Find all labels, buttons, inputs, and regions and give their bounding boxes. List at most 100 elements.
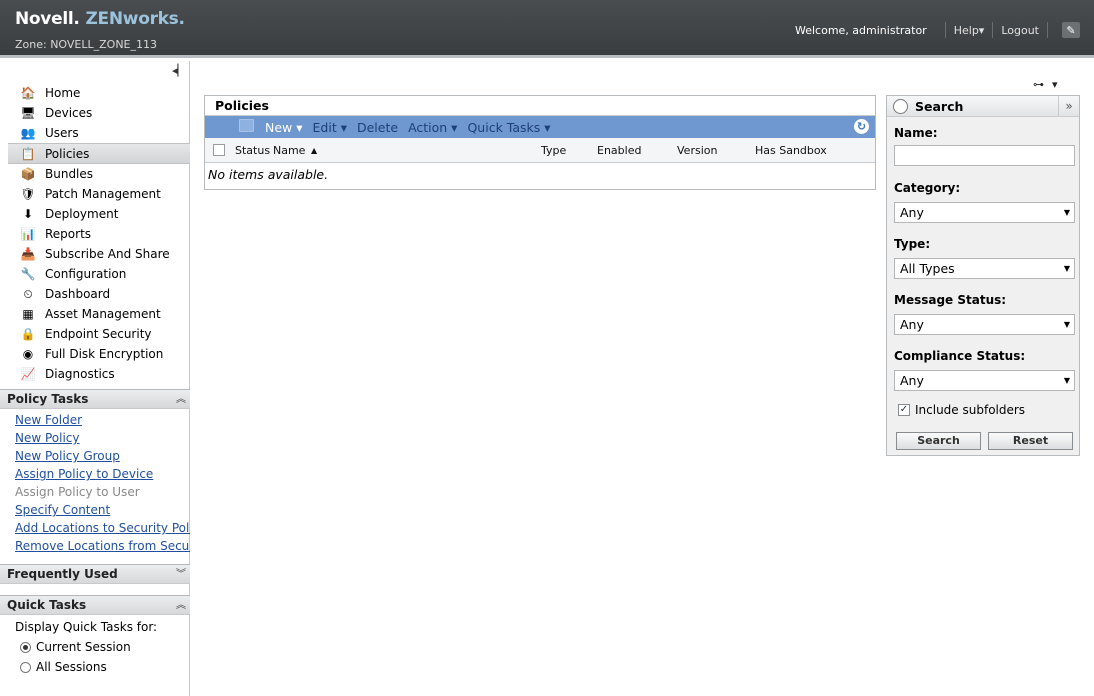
policies-title: Policies — [205, 96, 875, 116]
category-select[interactable]: Any ▼ — [894, 202, 1075, 223]
nav-item-subscribe-and-share[interactable]: 📥 Subscribe And Share — [0, 244, 190, 264]
nav-item-full-disk-encryption[interactable]: ◉ Full Disk Encryption — [0, 344, 190, 364]
nav-item-reports[interactable]: 📊 Reports — [0, 224, 190, 244]
search-icon — [893, 98, 908, 114]
delete-button[interactable]: Delete — [357, 120, 398, 135]
panel-title: Quick Tasks — [7, 598, 87, 612]
brand-primary: Novell. — [15, 9, 80, 29]
nav-label: Deployment — [45, 207, 119, 221]
nav-item-asset-management[interactable]: ▦ Asset Management — [0, 304, 190, 324]
task-remove-locations[interactable]: Remove Locations from Secur — [15, 537, 190, 555]
type-select[interactable]: All Types ▼ — [894, 258, 1075, 279]
radio-current-session[interactable]: Current Session — [15, 637, 185, 657]
column-has-sandbox[interactable]: Has Sandbox — [755, 144, 827, 157]
link-icon[interactable]: ⊶ — [1033, 78, 1044, 91]
disk-icon: ◉ — [22, 347, 34, 361]
brand-secondary: ZENworks. — [85, 9, 185, 29]
header-divider — [1047, 22, 1048, 38]
nav-item-policies[interactable]: 📋 Policies — [8, 143, 190, 164]
action-menu-button[interactable]: Action ▾ — [408, 120, 457, 135]
deploy-icon: ⬇ — [22, 207, 34, 221]
folder-up-icon[interactable] — [239, 119, 254, 132]
reset-button[interactable]: Reset — [988, 432, 1073, 450]
gauge-icon: ⏲ — [23, 286, 33, 301]
wrench-icon[interactable]: ✎ — [1062, 22, 1080, 38]
compliance-status-select[interactable]: Any ▼ — [894, 370, 1075, 391]
collapse-sidebar-icon[interactable]: ◂▏ — [171, 64, 187, 78]
radio-all-sessions[interactable]: All Sessions — [15, 657, 185, 677]
nav-item-bundles[interactable]: 📦 Bundles — [0, 164, 190, 184]
include-subfolders-checkbox[interactable]: ✓ — [898, 404, 910, 416]
nav-item-devices[interactable]: 🖥 Devices — [0, 103, 190, 123]
task-new-policy-group[interactable]: New Policy Group — [15, 447, 190, 465]
help-menu[interactable]: Help▾ — [954, 24, 985, 37]
column-type[interactable]: Type — [541, 144, 566, 157]
nav-item-configuration[interactable]: 🔧 Configuration — [0, 264, 190, 284]
nav-label: Configuration — [45, 267, 127, 281]
include-subfolders-label: Include subfolders — [915, 403, 1026, 417]
users-icon: 👥 — [20, 126, 36, 140]
search-title: Search — [915, 98, 964, 114]
quick-tasks-body: Display Quick Tasks for: Current Session… — [15, 617, 185, 677]
edit-menu-button[interactable]: Edit ▾ — [313, 120, 347, 135]
radio-button[interactable] — [20, 641, 31, 653]
collapse-up-icon[interactable]: ︽ — [176, 391, 186, 409]
nav-item-diagnostics[interactable]: 📈 Diagnostics — [0, 364, 190, 384]
task-assign-policy-to-device[interactable]: Assign Policy to Device — [15, 465, 190, 483]
package-icon: 📦 — [20, 167, 36, 181]
policies-panel: Policies New ▾ Edit ▾ Delete Action ▾ Qu… — [204, 95, 876, 190]
expand-down-icon[interactable]: ︾ — [176, 566, 186, 584]
message-status-select[interactable]: Any ▼ — [894, 314, 1075, 335]
column-enabled[interactable]: Enabled — [597, 144, 641, 157]
task-specify-content[interactable]: Specify Content — [15, 501, 190, 519]
chevron-down-icon[interactable]: ▾ — [1052, 78, 1058, 91]
compliance-status-label: Compliance Status: — [894, 349, 1026, 363]
nav-label: Users — [45, 126, 79, 140]
name-label: Name: — [894, 126, 938, 140]
nav-item-deployment[interactable]: ⬇ Deployment — [0, 204, 190, 224]
column-name[interactable]: Name — [273, 144, 305, 157]
new-menu-button[interactable]: New ▾ — [265, 120, 303, 135]
header-actions: Welcome, administrator Help▾ Logout ✎ — [795, 22, 1080, 38]
view-options: ⊶ ▾ — [1033, 78, 1058, 91]
quick-tasks-menu-button[interactable]: Quick Tasks ▾ — [467, 120, 550, 135]
nav-label: Policies — [45, 146, 90, 161]
monitor-icon: 🖥 — [20, 106, 36, 120]
policy-tasks-header[interactable]: Policy Tasks ︽ — [0, 389, 190, 409]
nav-label: Subscribe And Share — [45, 247, 170, 261]
inbox-icon: 📥 — [20, 247, 36, 261]
chart-icon: 📈 — [20, 367, 36, 381]
nav-label: Full Disk Encryption — [45, 347, 164, 361]
nav-label: Reports — [45, 227, 92, 241]
chevron-down-icon: ▼ — [1063, 376, 1070, 385]
nav-item-users[interactable]: 👥 Users — [0, 123, 190, 143]
type-label: Type: — [894, 237, 931, 251]
message-status-label: Message Status: — [894, 293, 1007, 307]
wrench-icon: 🔧 — [20, 267, 36, 281]
sort-ascending-icon[interactable]: ▲ — [311, 146, 317, 155]
nav-label: Patch Management — [45, 187, 161, 201]
panel-title: Frequently Used — [7, 567, 118, 581]
collapse-right-icon[interactable]: » — [1058, 96, 1079, 116]
include-subfolders-option[interactable]: ✓ Include subfolders — [898, 403, 1025, 417]
nav-item-patch-management[interactable]: 🛡 Patch Management — [0, 184, 190, 204]
asset-grid-icon: ▦ — [22, 307, 34, 321]
collapse-up-icon[interactable]: ︽ — [176, 597, 186, 615]
select-all-checkbox[interactable] — [213, 144, 225, 156]
frequently-used-header[interactable]: Frequently Used ︾ — [0, 564, 190, 584]
logout-link[interactable]: Logout — [1001, 24, 1039, 37]
refresh-icon[interactable]: ↻ — [854, 119, 869, 134]
column-status[interactable]: Status — [235, 144, 270, 157]
search-button[interactable]: Search — [896, 432, 981, 450]
nav-item-home[interactable]: 🏠 Home — [0, 83, 190, 103]
task-add-locations[interactable]: Add Locations to Security Poli — [15, 519, 190, 537]
task-new-policy[interactable]: New Policy — [15, 429, 190, 447]
app-logo: Novell. ZENworks. — [15, 9, 185, 29]
column-version[interactable]: Version — [677, 144, 717, 157]
radio-button[interactable] — [20, 661, 31, 673]
task-new-folder[interactable]: New Folder — [15, 411, 190, 429]
quick-tasks-header[interactable]: Quick Tasks ︽ — [0, 595, 190, 615]
nav-item-dashboard[interactable]: ⏲ Dashboard — [0, 284, 190, 304]
name-input[interactable] — [894, 145, 1075, 166]
nav-item-endpoint-security[interactable]: 🔒 Endpoint Security — [0, 324, 190, 344]
